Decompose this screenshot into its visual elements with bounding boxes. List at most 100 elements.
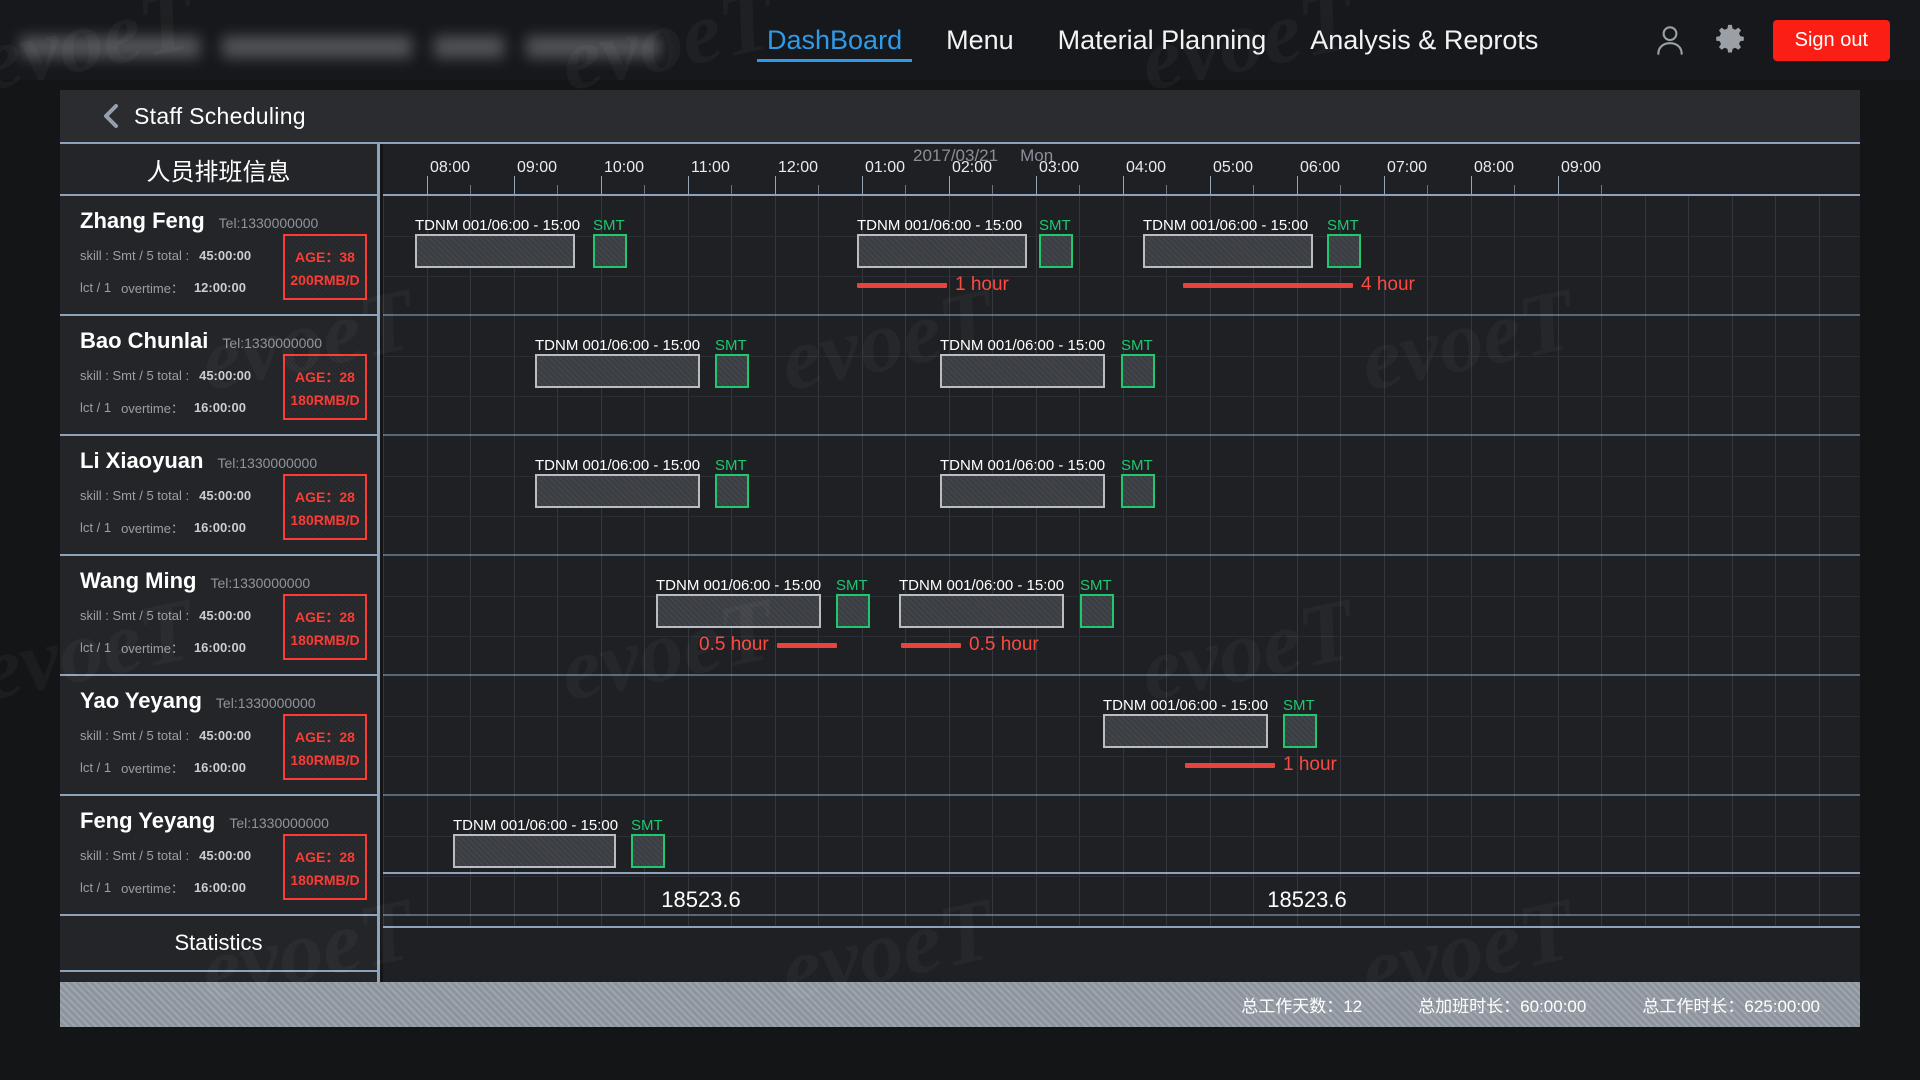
overtime-marker: 1 hour <box>857 274 1009 296</box>
gantt-task[interactable]: TDNM 001/06:00 - 15:00 <box>899 570 1064 628</box>
staff-card-header: Li Xiaoyuan Tel:1330000000 <box>72 442 365 474</box>
statistics-value: 18523.6 <box>661 887 741 912</box>
smt-marker[interactable]: SMT <box>1121 330 1161 388</box>
smt-marker[interactable]: SMT <box>1039 210 1079 268</box>
gantt-task-bar[interactable] <box>415 234 575 268</box>
staff-card[interactable]: Li Xiaoyuan Tel:1330000000 skill : Smt / 5… <box>60 436 377 556</box>
staff-overtime-hours: 16:00:00 <box>193 400 246 415</box>
axis-tick-major <box>1471 176 1472 194</box>
gantt-task[interactable]: TDNM 001/06:00 - 15:00 <box>1103 690 1268 748</box>
smt-box[interactable] <box>836 594 870 628</box>
sign-out-button[interactable]: Sign out <box>1772 19 1890 61</box>
axis-tick-label: 11:00 <box>691 159 730 176</box>
statistics-value: 18523.6 <box>1267 887 1347 912</box>
axis-tick-label: 09:00 <box>517 159 558 176</box>
nav-tab-analysis-reports[interactable]: Analysis & Reprots <box>1288 0 1560 80</box>
staff-phone: Tel:1330000000 <box>215 695 316 711</box>
gantt-task[interactable]: TDNM 001/06:00 - 15:00 <box>857 210 1027 268</box>
gantt-task[interactable]: TDNM 001/06:00 - 15:00 <box>940 450 1105 508</box>
top-navigation-bar: DashBoard Menu Material Planning Analysi… <box>0 0 1920 80</box>
smt-marker[interactable]: SMT <box>593 210 633 268</box>
gantt-task-label: TDNM 001/06:00 - 15:00 <box>535 457 701 474</box>
gantt-task-bar[interactable] <box>1143 234 1313 268</box>
staff-daily-rate: 200RMB/D <box>290 271 360 288</box>
scheduling-panel: 人员排班信息 Zhang Feng Tel:1330000000 skill : S… <box>60 142 1860 984</box>
axis-tick-minor <box>818 185 819 194</box>
gantt-task-bar[interactable] <box>940 474 1105 508</box>
gantt-task[interactable]: TDNM 001/06:00 - 15:00 <box>656 570 821 628</box>
grid-line-vertical <box>383 196 384 926</box>
smt-label: SMT <box>1080 577 1112 594</box>
gantt-task-bar[interactable] <box>940 354 1105 388</box>
grid-line-vertical <box>731 196 732 926</box>
overtime-label: 1 hour <box>1283 754 1337 775</box>
smt-box[interactable] <box>1327 234 1361 268</box>
smt-marker[interactable]: SMT <box>1283 690 1323 748</box>
axis-tick-minor <box>905 185 906 194</box>
smt-box[interactable] <box>1121 354 1155 388</box>
gantt-task[interactable]: TDNM 001/06:00 - 15:00 <box>535 330 700 388</box>
grid-line-vertical <box>1253 196 1254 926</box>
smt-label: SMT <box>1121 337 1153 354</box>
staff-name: Zhang Feng <box>80 208 205 233</box>
staff-card-header: Wang Ming Tel:1330000000 <box>72 562 365 594</box>
axis-tick-minor <box>992 185 993 194</box>
smt-box[interactable] <box>715 474 749 508</box>
gantt-task-bar[interactable] <box>535 354 700 388</box>
user-icon[interactable] <box>1653 23 1687 57</box>
smt-marker[interactable]: SMT <box>1080 570 1120 628</box>
gantt-task-bar[interactable] <box>656 594 821 628</box>
gantt-task[interactable]: TDNM 001/06:00 - 15:00 <box>415 210 580 268</box>
smt-marker[interactable]: SMT <box>631 810 671 868</box>
grid-line-vertical <box>1818 196 1820 926</box>
staff-card[interactable]: Bao Chunlai Tel:1330000000 skill : Smt / 5… <box>60 316 377 436</box>
staff-card[interactable]: Yao Yeyang Tel:1330000000 skill : Smt / 5 … <box>60 676 377 796</box>
smt-box[interactable] <box>1080 594 1114 628</box>
smt-marker[interactable]: SMT <box>836 570 876 628</box>
staff-total-hours: 45:00:00 <box>199 848 252 863</box>
smt-box[interactable] <box>1039 234 1073 268</box>
smt-marker[interactable]: SMT <box>715 330 755 388</box>
axis-tick-label: 08:00 <box>430 159 471 176</box>
statistics-label: Statistics <box>60 916 377 972</box>
smt-marker[interactable]: SMT <box>1327 210 1367 268</box>
grid-line-vertical <box>1296 196 1298 926</box>
gantt-task-bar[interactable] <box>899 594 1064 628</box>
smt-box[interactable] <box>631 834 665 868</box>
axis-tick-major <box>949 176 950 194</box>
staff-daily-rate: 180RMB/D <box>290 751 360 768</box>
nav-tab-material-planning[interactable]: Material Planning <box>1036 0 1289 80</box>
grid-line-vertical <box>1688 196 1689 926</box>
gear-icon[interactable] <box>1713 23 1747 57</box>
gantt-task-bar[interactable] <box>453 834 616 868</box>
gantt-task[interactable]: TDNM 001/06:00 - 15:00 <box>453 810 618 868</box>
staff-card[interactable]: Feng Yeyang Tel:1330000000 skill : Smt / 5… <box>60 796 377 916</box>
staff-skill-label: skill : Smt / 5 total : <box>80 608 190 623</box>
gantt-task[interactable]: TDNM 001/06:00 - 15:00 <box>1143 210 1313 268</box>
gantt-task-bar[interactable] <box>857 234 1027 268</box>
smt-marker[interactable]: SMT <box>715 450 755 508</box>
nav-tab-menu[interactable]: Menu <box>924 0 1036 80</box>
chevron-left-icon[interactable] <box>102 103 120 129</box>
grid-line-horizontal <box>383 396 1860 397</box>
nav-tab-dashboard[interactable]: DashBoard <box>745 0 924 80</box>
staff-overtime-hours: 16:00:00 <box>193 760 246 775</box>
overtime-label: 0.5 hour <box>969 634 1039 655</box>
smt-box[interactable] <box>715 354 749 388</box>
gantt-task[interactable]: TDNM 001/06:00 - 15:00 <box>535 450 700 508</box>
smt-box[interactable] <box>1121 474 1155 508</box>
gantt-task[interactable]: TDNM 001/06:00 - 15:00 <box>940 330 1105 388</box>
staff-age: AGE：38 <box>295 248 355 265</box>
smt-box[interactable] <box>593 234 627 268</box>
axis-tick-label: 05:00 <box>1213 159 1254 176</box>
staff-card[interactable]: Zhang Feng Tel:1330000000 skill : Smt / 5 … <box>60 196 377 316</box>
staff-daily-rate: 180RMB/D <box>290 391 360 408</box>
smt-box[interactable] <box>1283 714 1317 748</box>
grid-line-vertical <box>818 196 819 926</box>
smt-marker[interactable]: SMT <box>1121 450 1161 508</box>
staff-age-rate-badge: AGE：38 200RMB/D <box>283 234 367 300</box>
staff-age-rate-badge: AGE：28 180RMB/D <box>283 354 367 420</box>
gantt-task-bar[interactable] <box>535 474 700 508</box>
staff-card[interactable]: Wang Ming Tel:1330000000 skill : Smt / 5 t… <box>60 556 377 676</box>
gantt-task-bar[interactable] <box>1103 714 1268 748</box>
